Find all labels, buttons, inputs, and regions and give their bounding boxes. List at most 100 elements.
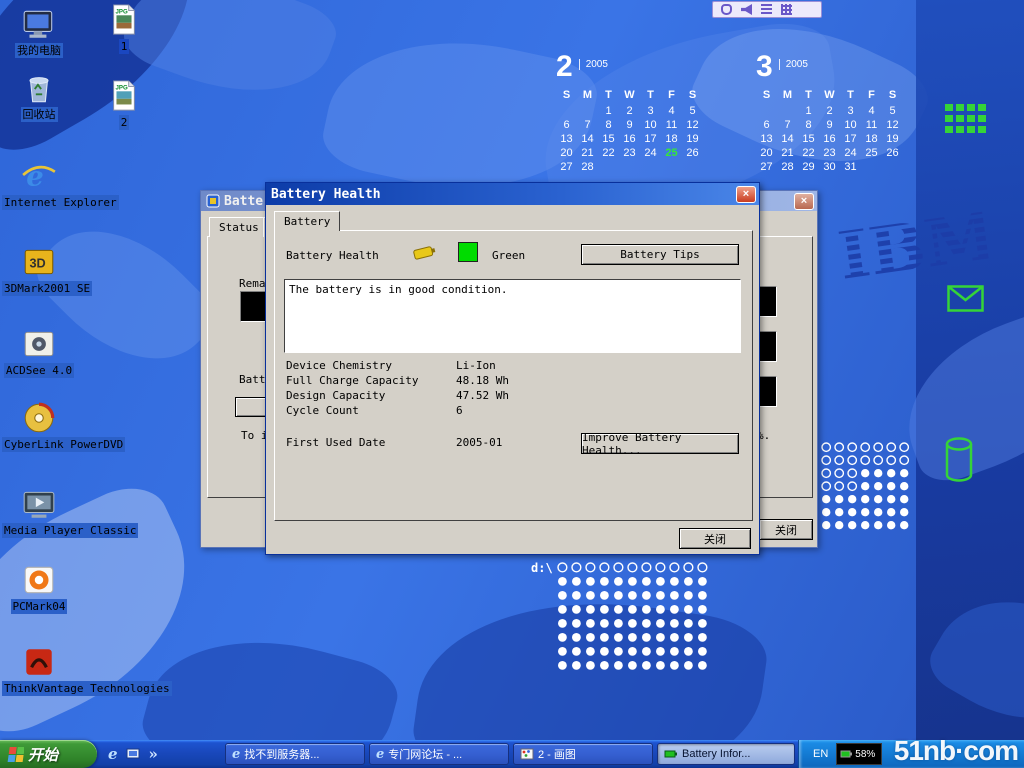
calendar-day: 20 xyxy=(756,146,777,160)
calendar-year: 2005 xyxy=(579,59,608,70)
calendar-weekday: M xyxy=(777,88,798,102)
calendar-day xyxy=(682,160,703,174)
battery-meter[interactable]: 58% xyxy=(836,743,882,765)
cylinder-icon xyxy=(944,436,974,484)
calendar-day: 5 xyxy=(682,104,703,118)
desktop-icon-pcmark04[interactable]: PCMark04 xyxy=(2,562,76,614)
icon-label: Media Player Classic xyxy=(2,523,138,538)
taskbar-task-server[interactable]: e 找不到服务器... xyxy=(225,743,365,765)
svg-text:IBM: IBM xyxy=(834,196,993,295)
ie-quicklaunch-icon[interactable]: e xyxy=(108,745,118,763)
desktop-icon-recycle-bin[interactable]: 回收站 xyxy=(2,70,76,122)
paint-icon xyxy=(520,747,534,761)
calendar-day: 11 xyxy=(661,118,682,132)
drive-label: d:\ xyxy=(531,561,553,575)
calendar-day: 22 xyxy=(798,146,819,160)
first-used-value: 2005-01 xyxy=(456,436,502,449)
desktop: IBM d:\ 我的电脑 回收站 e Internet Explorer xyxy=(0,0,1024,768)
file-label: 2 xyxy=(119,115,130,130)
ie-icon: e xyxy=(232,747,240,762)
calendar-day: 18 xyxy=(861,132,882,146)
tab-battery[interactable]: Battery xyxy=(274,211,340,231)
start-button[interactable]: 开始 xyxy=(0,740,97,768)
calendar-day: 25 xyxy=(661,146,682,160)
improve-battery-health-button[interactable]: Improve Battery Health... xyxy=(581,433,739,454)
calendar-weekday: W xyxy=(619,88,640,102)
condition-textbox[interactable]: The battery is in good condition. xyxy=(284,279,741,353)
desktop-icon-media-player-classic[interactable]: Media Player Classic xyxy=(2,486,76,538)
osd-toolbar[interactable] xyxy=(712,1,822,18)
calendar-day: 10 xyxy=(640,118,661,132)
desktop-icon-internet-explorer[interactable]: e Internet Explorer xyxy=(2,158,76,210)
ie-icon: e xyxy=(21,158,57,194)
calendar-day: 15 xyxy=(598,132,619,146)
desktop-icon-acdsee[interactable]: ACDSee 4.0 xyxy=(2,326,76,378)
battery-health-dialog[interactable]: Battery Health × Battery Battery Health … xyxy=(265,182,760,555)
close-button[interactable]: 关闭 xyxy=(679,528,751,549)
calendar-day: 7 xyxy=(577,118,598,132)
calendar-day: 15 xyxy=(798,132,819,146)
keyboard-icon[interactable] xyxy=(781,4,792,15)
task-label: 找不到服务器... xyxy=(244,746,319,762)
taskbar-task-paint[interactable]: 2 - 画图 xyxy=(513,743,653,765)
ie-icon: e xyxy=(376,747,384,762)
desktop-file-2[interactable]: JPG 2 xyxy=(94,78,154,130)
desktop-file-1[interactable]: JPG 1 xyxy=(94,2,154,54)
icon-label: Internet Explorer xyxy=(2,195,119,210)
show-desktop-icon[interactable] xyxy=(126,747,141,761)
tab-status[interactable]: Status xyxy=(209,217,269,237)
calendar-day xyxy=(556,104,577,118)
dialog-titlebar[interactable]: Battery Health × xyxy=(266,183,759,205)
desktop-icon-3dmark2001[interactable]: 3D 3DMark2001 SE xyxy=(2,244,76,296)
info-label: Device Chemistry xyxy=(286,359,392,372)
calendar-day xyxy=(577,104,598,118)
calendar-grid: SMTWTFS123456789101112131415161718192021… xyxy=(756,88,903,174)
sliders-icon[interactable] xyxy=(761,4,772,15)
calendar-day: 19 xyxy=(682,132,703,146)
calendar-day: 20 xyxy=(556,146,577,160)
speaker-icon[interactable] xyxy=(741,4,752,15)
taskbar-task-battery-information[interactable]: Battery Infor... xyxy=(657,743,795,765)
calendar-day: 9 xyxy=(819,118,840,132)
calendar-day: 3 xyxy=(840,104,861,118)
calendar-day: 2 xyxy=(819,104,840,118)
envelope-icon xyxy=(947,285,985,313)
calendar-day: 4 xyxy=(661,104,682,118)
icon-label: 我的电脑 xyxy=(15,43,63,58)
calendar-day: 30 xyxy=(819,160,840,174)
desktop-icon-powerdvd[interactable]: CyberLink PowerDVD xyxy=(2,400,76,452)
calendar-day xyxy=(777,104,798,118)
icon-label: ThinkVantage Technologies xyxy=(2,681,172,696)
to-label: To i xyxy=(241,429,268,442)
icon-label: 3DMark2001 SE xyxy=(2,281,92,296)
close-button[interactable]: 关闭 xyxy=(759,519,813,540)
calendar-march: 3 2005 SMTWTFS12345678910111213141516171… xyxy=(756,52,903,174)
info-value: 6 xyxy=(456,404,463,417)
calendar-day: 21 xyxy=(777,146,798,160)
calendar-grid: SMTWTFS123456789101112131415161718192021… xyxy=(556,88,703,174)
taskbar-task-forum[interactable]: e 专门网论坛 - ... xyxy=(369,743,509,765)
calendar-weekday: T xyxy=(798,88,819,102)
battery-tray-icon xyxy=(840,748,853,760)
language-indicator[interactable]: EN xyxy=(813,748,828,760)
task-label: 2 - 画图 xyxy=(538,746,576,762)
desktop-icon-my-computer[interactable]: 我的电脑 xyxy=(2,6,76,58)
info-value: 47.52 Wh xyxy=(456,389,509,402)
close-icon[interactable]: × xyxy=(736,186,756,203)
chevron-icon[interactable]: » xyxy=(149,745,158,763)
calendar-weekday: S xyxy=(556,88,577,102)
calendar-weekday: S xyxy=(682,88,703,102)
svg-text:JPG: JPG xyxy=(116,84,128,91)
mouse-icon[interactable] xyxy=(721,4,732,15)
calendar-day xyxy=(598,160,619,174)
watermark: 51nb·com xyxy=(894,735,1018,767)
my-computer-icon xyxy=(21,6,57,42)
info-value: Li-Ion xyxy=(456,359,496,372)
calendar-day: 7 xyxy=(777,118,798,132)
calendar-day: 12 xyxy=(682,118,703,132)
battery-tips-button[interactable]: Battery Tips xyxy=(581,244,739,265)
battery-percent: 58% xyxy=(855,749,875,760)
windows-flag-icon xyxy=(6,745,24,763)
close-icon[interactable]: × xyxy=(794,193,814,210)
desktop-icon-thinkvantage[interactable]: ThinkVantage Technologies xyxy=(2,644,76,696)
